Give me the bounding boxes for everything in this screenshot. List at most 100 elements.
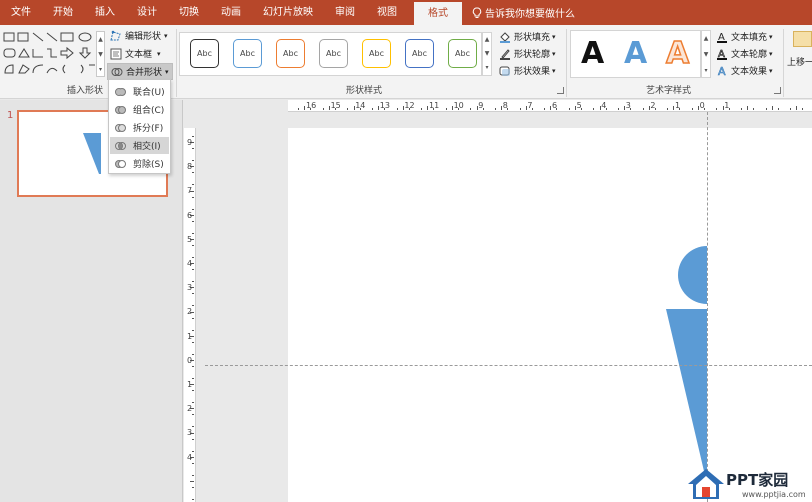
merge-menu-combine[interactable]: 组合(C) [110, 101, 169, 118]
wordart-styles-launcher-icon[interactable] [774, 87, 781, 94]
ruler-tick [192, 365, 194, 367]
shape-style-preset-6[interactable]: Abc [448, 39, 477, 68]
chevron-down-icon: ▾ [552, 66, 556, 75]
gallery-up-icon[interactable]: ▲ [483, 33, 491, 47]
ruler-tick [371, 108, 373, 110]
ruler-tick [544, 108, 546, 110]
gallery-up-icon[interactable]: ▲ [702, 31, 710, 47]
horizontal-ruler[interactable]: 16 15 14 13 12 11 10 9 8 7 6 5 4 3 2 1 0 1 [288, 100, 812, 112]
ruler-tick [192, 317, 194, 319]
shape-styles-launcher-icon[interactable] [557, 87, 564, 94]
gallery-more-icon[interactable]: ▾ [483, 61, 491, 75]
tab-4[interactable]: 切换 [168, 0, 210, 25]
vertical-ruler[interactable]: 9 8 7 6 5 4 3 2 1 0 1 2 3 4 [184, 128, 196, 502]
curve-shape-icon [46, 67, 58, 74]
text-box-button[interactable]: 文本框 ▾ [110, 47, 161, 60]
tab-8[interactable]: 视图 [366, 0, 408, 25]
ruler-tick [192, 426, 194, 428]
combine-icon [115, 105, 126, 114]
merge-menu-fragment[interactable]: 拆分(F) [110, 119, 169, 136]
tab-6[interactable]: 幻灯片放映 [252, 0, 324, 25]
shapes-gallery-scroll[interactable]: ▲ ▼ ▾ [96, 31, 105, 77]
shape-style-preset-4[interactable]: Abc [362, 39, 391, 68]
horizontal-guide[interactable] [205, 365, 812, 366]
ruler-tick [519, 108, 521, 110]
ruler-tick [190, 480, 194, 482]
gallery-down-icon[interactable]: ▼ [97, 47, 104, 62]
shape-style-preset-3[interactable]: Abc [319, 39, 348, 68]
svg-text:A: A [718, 65, 726, 77]
shape-effects-button[interactable]: 形状效果 ▾ [499, 64, 556, 77]
wordart-style-black[interactable]: A [581, 37, 604, 71]
ruler-tick [192, 269, 194, 271]
tab-9[interactable]: 格式 [414, 2, 462, 25]
merge-menu-subtract[interactable]: 剪除(S) [110, 155, 169, 172]
shape-style-preset-0[interactable]: Abc [190, 39, 219, 68]
shape-styles-gallery[interactable]: Abc Abc Abc Abc Abc Abc Abc [179, 32, 482, 76]
ruler-tick [322, 108, 324, 110]
text-outline-icon: A [717, 48, 727, 60]
gallery-down-icon[interactable]: ▼ [702, 47, 710, 63]
merge-menu-union[interactable]: 联合(U) [110, 83, 169, 100]
slide-canvas[interactable] [288, 128, 812, 502]
vertical-guide[interactable] [707, 112, 708, 502]
edit-shape-button[interactable]: 编辑形状 ▾ [110, 29, 168, 42]
shapes-gallery[interactable] [3, 31, 98, 77]
ruler-number: 4 [601, 101, 607, 110]
ruler-tick [192, 450, 194, 452]
slide-shapes[interactable] [288, 128, 812, 502]
shape-gallery-icons[interactable] [3, 31, 98, 77]
pen-outline-icon [500, 48, 510, 60]
ruler-tick [765, 108, 767, 110]
shape-styles-gallery-scroll[interactable]: ▲ ▼ ▾ [482, 32, 492, 76]
ruler-number: 3 [625, 101, 631, 110]
ruler-tick [192, 220, 194, 222]
bring-forward-button[interactable]: 上移一 [787, 55, 812, 68]
text-fill-icon: A [717, 32, 727, 43]
ruler-number: 0 [187, 355, 193, 365]
tab-1[interactable]: 开始 [42, 0, 84, 25]
tab-2[interactable]: 插入 [84, 0, 126, 25]
wordart-style-orange-outline[interactable]: A [665, 36, 690, 72]
wordart-styles-gallery[interactable]: A A A [570, 30, 701, 78]
ruler-tick [192, 196, 194, 198]
wordart-style-blue[interactable]: A [624, 37, 647, 71]
merge-shapes-button[interactable]: 合并形状 ▾ [107, 63, 173, 80]
chevron-down-icon: ▾ [164, 31, 168, 40]
shape-fill-button[interactable]: 形状填充 ▾ [499, 30, 556, 43]
ruler-tick [192, 353, 194, 355]
tab-3[interactable]: 设计 [126, 0, 168, 25]
text-outline-button[interactable]: A 文本轮廓 ▾ [716, 47, 773, 60]
tab-0[interactable]: 文件 [0, 0, 42, 25]
tab-7[interactable]: 审阅 [324, 0, 366, 25]
gallery-down-icon[interactable]: ▼ [483, 47, 491, 61]
shape-style-preset-2[interactable]: Abc [276, 39, 305, 68]
tab-5[interactable]: 动画 [210, 0, 252, 25]
triangle-shape-icon [18, 48, 30, 58]
triangle-shape[interactable] [666, 309, 707, 484]
shape-style-preset-5[interactable]: Abc [405, 39, 434, 68]
semicircle-shape[interactable] [678, 246, 707, 304]
panel-splitter[interactable] [182, 100, 183, 502]
ruler-number: 2 [187, 404, 193, 414]
merge-shapes-icon [111, 67, 123, 76]
shape-outline-button[interactable]: 形状轮廓 ▾ [499, 47, 556, 60]
tell-me-search[interactable]: 告诉我你想要做什么 [472, 5, 575, 20]
text-fill-button[interactable]: A 文本填充 ▾ [716, 30, 773, 43]
chevron-down-icon: ▾ [165, 67, 169, 76]
shape-style-preset-1[interactable]: Abc [233, 39, 262, 68]
bring-forward-icon[interactable] [793, 31, 812, 47]
gallery-more-icon[interactable]: ▾ [702, 63, 710, 79]
chevron-down-icon: ▾ [552, 32, 556, 41]
gallery-up-icon[interactable]: ▲ [97, 32, 104, 47]
text-effects-button[interactable]: A 文本效果 ▾ [716, 64, 773, 78]
ruler-tick [790, 108, 792, 110]
house-logo-icon [688, 469, 724, 499]
group-separator [566, 29, 567, 97]
wordart-gallery-scroll[interactable]: ▲ ▼ ▾ [701, 30, 711, 78]
merge-menu-intersect[interactable]: 相交(I) [110, 137, 169, 154]
gallery-more-icon[interactable]: ▾ [97, 62, 104, 77]
elbow-connector-shape-icon [32, 49, 43, 58]
ruler-tick [192, 184, 194, 186]
ruler-tick [192, 341, 194, 343]
